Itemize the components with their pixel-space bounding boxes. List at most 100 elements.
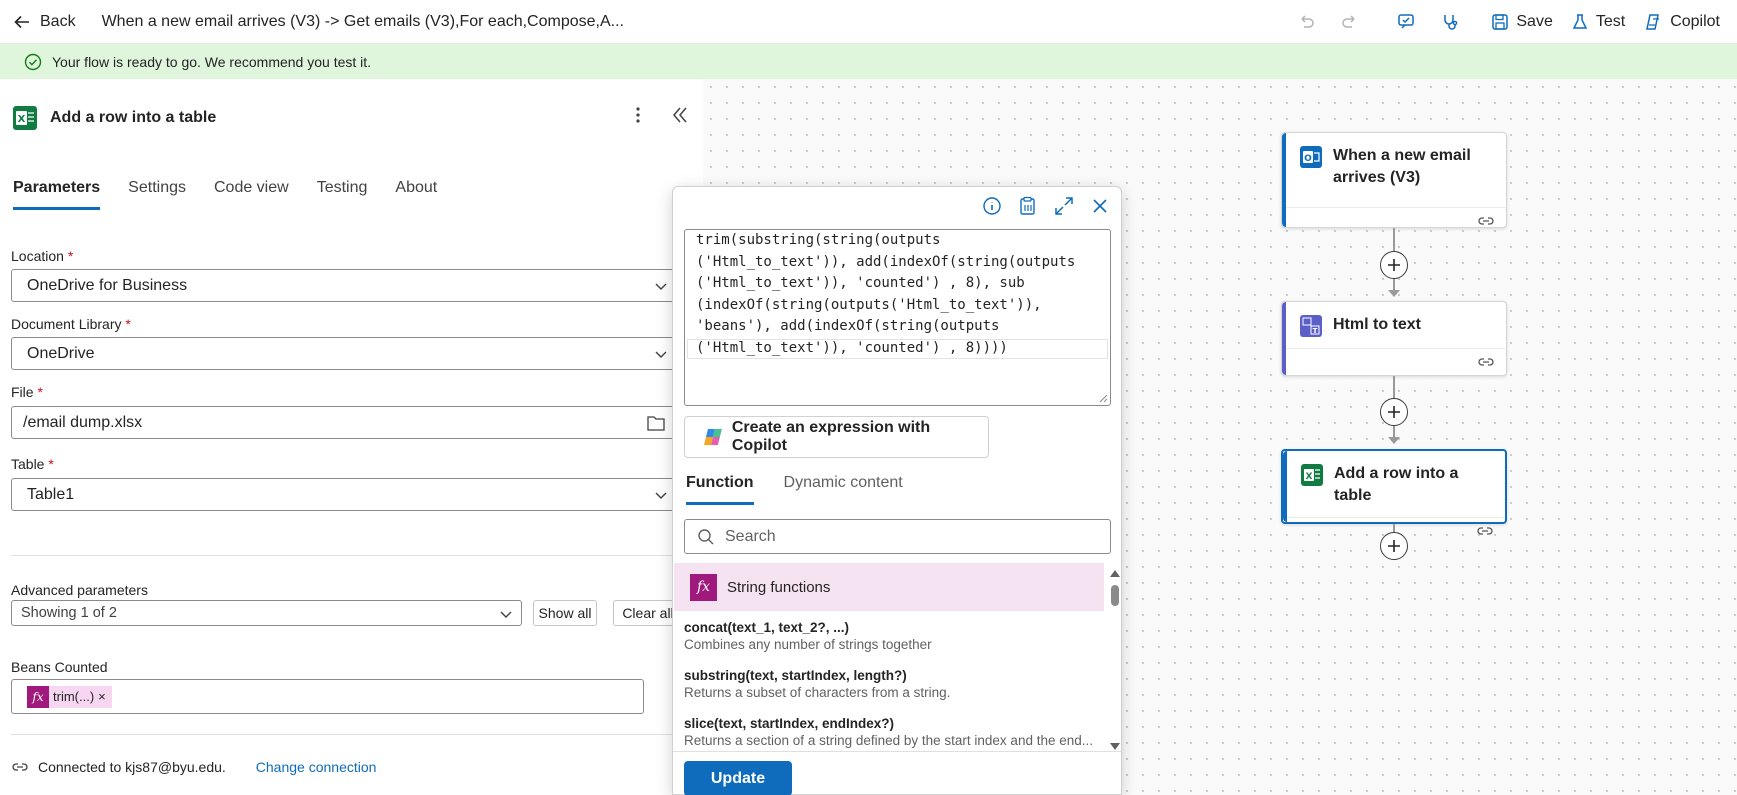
expression-tabs: Function Dynamic content [686,474,903,505]
add-step-button[interactable] [1380,251,1408,279]
health-check-button[interactable] [1428,0,1472,44]
function-item-concat[interactable]: concat(text_1, text_2?, ...) Combines an… [684,620,1104,652]
update-button[interactable]: Update [684,761,792,795]
close-button[interactable] [1089,195,1111,217]
beaker-icon [1572,14,1588,29]
function-name: concat(text_1, text_2?, ...) [684,620,850,635]
tab-about[interactable]: About [395,179,437,210]
copilot-button-label: Create an expression with Copilot [731,419,931,454]
excel-icon: X [1300,463,1324,487]
advanced-parameters-value: Showing 1 of 2 [21,605,117,621]
html-to-text-icon: T [1299,314,1323,338]
table-label: Table * [11,456,54,472]
redo-icon [1342,15,1355,28]
panel-title: Add a row into a table [50,109,217,126]
flow-node-trigger[interactable]: O When a new email arrives (V3) [1281,132,1507,228]
string-functions-category[interactable]: fx String functions [674,563,1104,611]
more-options-button[interactable] [626,103,650,127]
copilot-icon [1646,14,1660,30]
function-name: substring(text, startIndex, length?) [684,668,907,683]
chevron-down-icon [655,283,667,290]
scroll-up-icon [1110,570,1120,577]
tab-settings[interactable]: Settings [128,179,186,210]
expression-line: trim(substring(string(outputs [696,232,941,248]
expression-line: (indexOf(string(outputs('Html_to_text'))… [696,296,1042,313]
stethoscope-icon [1444,15,1458,30]
svg-text:T: T [1313,327,1318,335]
function-item-substring[interactable]: substring(text, startIndex, length?) Ret… [684,668,1104,700]
advanced-parameters-select[interactable]: Showing 1 of 2 [11,600,522,626]
tab-code-view[interactable]: Code view [214,179,289,210]
table-dropdown[interactable]: Table1 [11,478,677,511]
expand-button[interactable] [1053,195,1075,217]
info-button[interactable] [981,195,1003,217]
function-search-input[interactable]: Search [684,519,1111,554]
file-label: File * [11,384,43,400]
beans-counted-input[interactable]: fx trim(...) × [11,679,644,714]
file-input[interactable]: /email dump.xlsx [11,406,677,439]
redo-button[interactable] [1328,0,1372,44]
close-icon [1093,199,1107,213]
collapse-panel-button[interactable] [668,103,692,127]
scroll-thumb[interactable] [1111,585,1119,606]
tab-function[interactable]: Function [686,474,754,505]
fx-icon: fx [690,573,717,601]
save-label: Save [1516,13,1553,30]
function-description: Combines any number of strings together [684,637,932,652]
connection-info: Connected to kjs87@byu.edu. Change conne… [12,759,376,775]
token-label: trim(...) [53,689,95,704]
table-value: Table1 [27,485,75,503]
outlook-icon: O [1299,145,1323,169]
divider [673,751,1121,752]
flow-checker-button[interactable] [1384,0,1428,44]
double-chevron-left-icon [673,107,687,123]
back-button[interactable]: Back [0,0,88,44]
more-vertical-icon [636,107,640,123]
checkmark-circle-icon [24,53,42,71]
clipboard-button[interactable] [1017,195,1039,217]
tab-parameters[interactable]: Parameters [13,179,101,210]
svg-text:X: X [1306,472,1313,482]
token-remove-button[interactable]: × [98,689,106,704]
save-icon [1492,14,1509,30]
search-placeholder: Search [725,527,776,545]
create-expression-copilot-button[interactable]: Create an expression with Copilot [684,416,989,458]
plus-icon [1388,406,1400,418]
file-value: /email dump.xlsx [23,413,143,431]
location-dropdown[interactable]: OneDrive for Business [11,269,677,302]
flow-node-add-row[interactable]: X Add a row into a table [1281,449,1507,535]
back-label: Back [40,12,76,30]
plus-icon [1388,259,1400,271]
link-icon [1477,527,1493,535]
document-library-label: Document Library * [11,316,131,332]
document-library-dropdown[interactable]: OneDrive [11,337,677,370]
change-connection-link[interactable]: Change connection [256,759,377,775]
copilot-button[interactable]: Copilot [1634,0,1729,44]
tab-testing[interactable]: Testing [317,179,368,210]
chevron-down-icon [500,611,512,618]
copilot-label: Copilot [1670,13,1720,30]
undo-button[interactable] [1284,0,1328,44]
tab-dynamic-content[interactable]: Dynamic content [784,474,903,505]
function-description: Returns a subset of characters from a st… [684,685,951,700]
test-button[interactable]: Test [1562,0,1634,44]
chevron-down-icon [655,492,667,499]
function-list-scrollbar[interactable] [1109,569,1121,751]
success-banner: Your flow is ready to go. We recommend y… [0,44,1737,79]
expression-line: 'beans'), add(indexOf(string(outputs [696,318,1000,334]
node-title: Add a row into a table [1334,465,1459,504]
info-icon [983,197,1001,215]
panel-tabs: Parameters Settings Code view Testing Ab… [13,179,437,210]
function-item-slice[interactable]: slice(text, startIndex, endIndex?) Retur… [684,716,1104,748]
add-step-button[interactable] [1380,532,1408,560]
add-step-button[interactable] [1380,398,1408,426]
document-library-value: OneDrive [27,344,95,362]
expression-token[interactable]: fx trim(...) × [27,685,112,708]
expression-textarea[interactable]: trim(substring(string(outputs ('Html_to_… [684,229,1111,406]
link-icon [12,763,28,771]
show-all-button[interactable]: Show all [533,600,597,626]
node-title: Html to text [1333,316,1421,333]
clipboard-icon [1020,196,1035,215]
save-button[interactable]: Save [1482,0,1561,44]
flow-node-html-to-text[interactable]: T Html to text [1281,301,1507,376]
